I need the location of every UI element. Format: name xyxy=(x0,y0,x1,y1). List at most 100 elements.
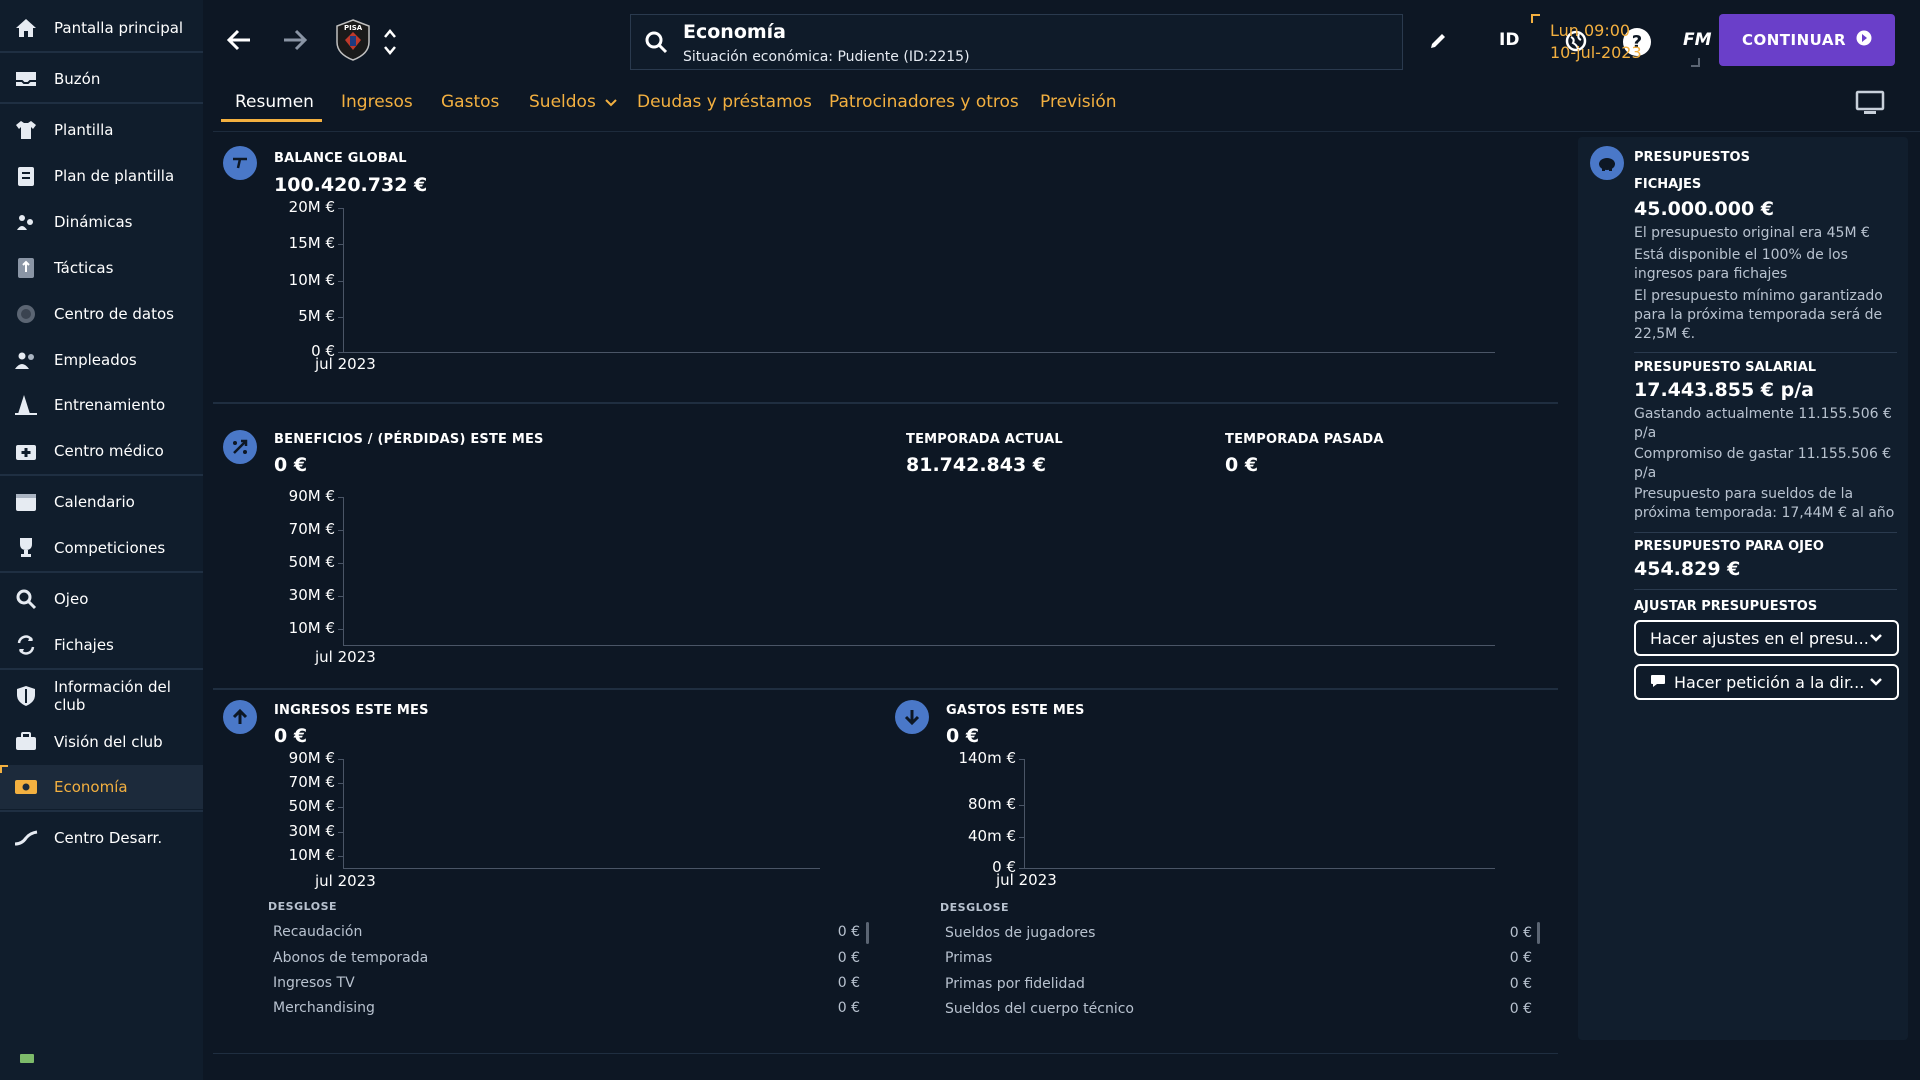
list-item-label: Recaudación xyxy=(273,924,363,940)
chart-y-tick-label: 10M € xyxy=(288,271,335,289)
chart-y-tick xyxy=(338,856,343,857)
adjust-budget-dropdown[interactable]: Hacer ajustes en el presu... xyxy=(1634,620,1899,656)
list-item-value: 0 € xyxy=(1509,950,1532,966)
tab-debts-loans[interactable]: Deudas y préstamos xyxy=(637,92,812,112)
chart-y-tick xyxy=(1019,759,1024,760)
chart-x-tick-label: jul 2023 xyxy=(996,871,1057,889)
speech-bubble-icon xyxy=(1650,673,1666,692)
balance-value: 100.420.732 € xyxy=(274,174,428,196)
shield-icon xyxy=(14,684,38,708)
sidebar-item-calendar[interactable]: Calendario xyxy=(0,480,203,524)
sidebar-item-label: Ojeo xyxy=(54,590,89,608)
shirt-icon xyxy=(14,118,38,142)
sidebar-item-inbox[interactable]: Buzón xyxy=(0,57,203,101)
continue-button[interactable]: CONTINUAR xyxy=(1719,14,1895,66)
divider xyxy=(0,474,203,476)
tab-projections[interactable]: Previsión xyxy=(1040,92,1117,112)
sidebar-item-training[interactable]: Entrenamiento xyxy=(0,383,203,427)
profit-value: 0 € xyxy=(274,454,308,476)
sidebar-item-medical[interactable]: Centro médico xyxy=(0,429,203,473)
cone-icon xyxy=(14,393,38,417)
divider xyxy=(0,810,203,812)
sidebar-item-squad[interactable]: Plantilla xyxy=(0,108,203,152)
wage-budget-note: Presupuesto para sueldos de la próxima t… xyxy=(1634,486,1895,521)
sidebar-item-competitions[interactable]: Competiciones xyxy=(0,526,203,570)
sidebar-item-squad-plan[interactable]: Plan de plantilla xyxy=(0,154,203,198)
page-subtitle: Situación económica: Pudiente (ID:2215) xyxy=(683,49,970,65)
wage-budget-value: 17.443.855 € p/a xyxy=(1634,379,1815,401)
sidebar-item-scouting[interactable]: Ojeo xyxy=(0,577,203,621)
list-item-label: Primas xyxy=(945,950,993,966)
wage-budget-note: Compromiso de gastar 11.155.506 € p/a xyxy=(1634,446,1892,481)
back-arrow-icon[interactable] xyxy=(225,26,253,54)
sidebar-item-label: Fichajes xyxy=(54,636,114,654)
transfer-budget-note: El presupuesto mínimo garantizado para l… xyxy=(1634,288,1883,342)
sidebar-item-label: Entrenamiento xyxy=(54,396,166,414)
chart-x-axis xyxy=(1024,868,1495,869)
last-season-title: TEMPORADA PASADA xyxy=(1225,432,1384,447)
divider xyxy=(0,668,203,670)
top-bar: PISA Economía Situación económica: Pudie… xyxy=(205,0,1920,82)
chart-y-tick-label: 10M € xyxy=(288,619,335,637)
sidebar-item-club-vision[interactable]: Visión del club xyxy=(0,720,203,764)
transfer-budget-note: El presupuesto original era 45M € xyxy=(1634,225,1870,241)
edit-pencil-icon[interactable] xyxy=(1427,30,1449,52)
chevron-down-icon xyxy=(1869,630,1883,649)
chart-y-tick xyxy=(338,530,343,531)
trophy-icon xyxy=(14,536,38,560)
tab-expenses[interactable]: Gastos xyxy=(441,92,499,112)
request-board-dropdown-label: Hacer petición a la dir... xyxy=(1674,672,1865,692)
sidebar-item-data-hub[interactable]: Centro de datos xyxy=(0,292,203,336)
tab-summary[interactable]: Resumen xyxy=(235,92,314,112)
profit-title: BENEFICIOS / (PÉRDIDAS) ESTE MES xyxy=(274,432,544,447)
request-board-dropdown[interactable]: Hacer petición a la dir... xyxy=(1634,664,1899,700)
sidebar-item-tactics[interactable]: Tácticas xyxy=(0,246,203,290)
chart-y-tick xyxy=(338,208,343,209)
sidebar-item-label: Dinámicas xyxy=(54,213,133,231)
sidebar-item-finances[interactable]: Economía xyxy=(0,765,203,809)
medical-kit-icon xyxy=(14,439,38,463)
sidebar-item-dynamics[interactable]: Dinámicas xyxy=(0,200,203,244)
fm-menu-button[interactable]: FM xyxy=(1683,30,1712,50)
scrollbar[interactable] xyxy=(1537,922,1540,944)
game-datetime[interactable]: Lun 09:00 10-jul-2023 xyxy=(1550,20,1642,64)
tab-income[interactable]: Ingresos xyxy=(341,92,413,112)
calendar-icon xyxy=(14,490,38,514)
chart-y-axis xyxy=(343,208,344,352)
chart-x-axis xyxy=(343,352,1495,353)
list-item-value: 0 € xyxy=(1509,1001,1532,1017)
tab-wages[interactable]: Sueldos xyxy=(529,92,617,112)
forward-arrow-icon[interactable] xyxy=(281,26,309,54)
sidebar-item-staff[interactable]: Empleados xyxy=(0,338,203,382)
id-button[interactable]: ID xyxy=(1499,30,1519,50)
sidebar-item-club-info[interactable]: Información del club xyxy=(0,674,203,718)
chart-y-tick xyxy=(1019,868,1024,869)
sidebar-item-label: Centro médico xyxy=(54,442,164,460)
sidebar-item-home[interactable]: Pantalla principal xyxy=(0,6,203,50)
sidebar-item-development-centre[interactable]: Centro Desarr. xyxy=(0,816,203,860)
divider xyxy=(1634,532,1897,533)
chart-y-tick-label: 70M € xyxy=(288,773,335,791)
list-item-value: 0 € xyxy=(1509,976,1532,992)
inbox-icon xyxy=(14,67,38,91)
tab-sponsors-other[interactable]: Patrocinadores y otros xyxy=(829,92,1019,112)
chart-x-tick-label: jul 2023 xyxy=(315,355,376,373)
list-item-value: 0 € xyxy=(837,950,860,966)
adjust-budgets-title: AJUSTAR PRESUPUESTOS xyxy=(1634,599,1818,614)
sidebar-item-label: Centro de datos xyxy=(54,305,174,323)
club-switcher-chevrons-icon[interactable] xyxy=(381,24,399,60)
profit-loss-icon xyxy=(223,430,257,464)
page-search-box[interactable]: Economía Situación económica: Pudiente (… xyxy=(630,14,1403,70)
chart-x-tick-label: jul 2023 xyxy=(315,872,376,890)
balance-title: BALANCE GLOBAL xyxy=(274,151,407,166)
chart-y-tick xyxy=(338,832,343,833)
divider xyxy=(213,402,1558,404)
sidebar-item-transfers[interactable]: Fichajes xyxy=(0,623,203,667)
monitor-icon[interactable] xyxy=(1855,90,1885,120)
piggy-bank-icon xyxy=(1590,146,1624,180)
scrollbar[interactable] xyxy=(866,922,869,944)
chart-y-tick-label: 10M € xyxy=(288,846,335,864)
search-icon xyxy=(643,29,669,55)
chart-y-tick xyxy=(338,759,343,760)
chart-x-axis xyxy=(343,868,820,869)
